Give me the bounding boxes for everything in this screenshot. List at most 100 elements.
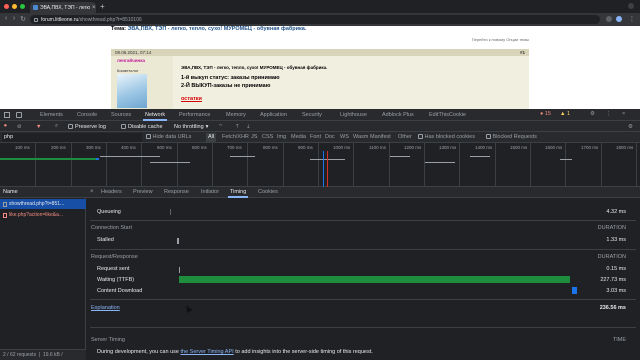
type-font[interactable]: Font (310, 133, 321, 142)
site-favicon-icon (33, 5, 38, 10)
timeline-tick-label: 300 ms (86, 145, 101, 150)
disable-cache-checkbox[interactable]: Disable cache (121, 122, 163, 131)
timeline-bar (150, 162, 190, 163)
tab-preview[interactable]: Preview (133, 187, 153, 198)
tab-headers[interactable]: Headers (101, 187, 122, 198)
timeline-bar (230, 156, 255, 157)
type-doc[interactable]: Doc (325, 133, 335, 142)
filter-icon[interactable]: ▼ (36, 122, 41, 131)
topic-nav[interactable]: Перейти к новому Опции темы (472, 37, 529, 42)
maximize-window-button[interactable] (20, 4, 25, 9)
minimize-window-button[interactable] (12, 4, 17, 9)
type-css[interactable]: CSS (262, 133, 273, 142)
profile-avatar-icon[interactable] (616, 16, 622, 22)
close-tab-icon[interactable]: × (92, 5, 96, 11)
tab-timing[interactable]: Timing (227, 187, 249, 198)
type-all[interactable]: All (206, 133, 217, 142)
blocked-requests-checkbox[interactable]: Blocked Requests (486, 133, 537, 142)
network-overview-timeline[interactable]: 100 ms 200 ms 300 ms 400 ms 500 ms 600 ms 700 … (0, 143, 640, 187)
browser-tab[interactable]: ЭВА,ПВХ, ТЭП - легко, тепло, ... × (30, 2, 96, 13)
name-column-header[interactable]: Name (0, 187, 86, 198)
filter-input[interactable]: php (2, 133, 142, 142)
record-icon[interactable]: ⏺ (4, 122, 7, 131)
type-wasm[interactable]: Wasm (353, 133, 368, 142)
tab-security[interactable]: Security (302, 109, 322, 121)
blocked-cookies-checkbox[interactable]: Has blocked cookies (418, 133, 475, 142)
tab-elements[interactable]: Elements (40, 109, 63, 121)
timeline-tick-label: 100 ms (15, 145, 30, 150)
stalled-bar (177, 238, 179, 244)
stalled-label: Stalled (97, 237, 114, 243)
device-toolbar-icon[interactable] (16, 112, 22, 118)
message-red-link[interactable]: остатки (181, 96, 202, 102)
timeline-tick-label: 1300 ms (439, 145, 457, 150)
menu-icon[interactable]: ⋮ (628, 15, 636, 23)
reload-icon[interactable]: ↻ (19, 15, 27, 23)
timeline-bar (100, 156, 160, 157)
divider (90, 220, 636, 221)
extension-icon[interactable] (606, 16, 612, 22)
dom-content-loaded-marker (323, 151, 324, 187)
explanation-link[interactable]: Explanation (91, 305, 120, 311)
timeline-tick-label: 800 ms (263, 145, 278, 150)
timeline-gridline (353, 143, 354, 187)
tab-editthiscookie[interactable]: EditThisCookie (429, 109, 466, 121)
type-media[interactable]: Media (291, 133, 306, 142)
online-icon[interactable]: ⌔ (218, 122, 223, 131)
export-icon[interactable]: ⇣ (246, 122, 251, 131)
throttling-select[interactable]: No throttling ▾ (174, 122, 208, 131)
type-js[interactable]: JS (251, 133, 257, 142)
tab-application[interactable]: Application (260, 109, 287, 121)
import-icon[interactable]: ⇡ (235, 122, 240, 131)
timeline-bar (0, 158, 96, 160)
content-download-label: Content Download (97, 288, 143, 294)
tab-cookies[interactable]: Cookies (258, 187, 278, 198)
tab-adblock-plus[interactable]: Adblock Plus (382, 109, 414, 121)
settings-icon[interactable]: ⚙ (590, 111, 595, 117)
author-name[interactable]: ленгайчинка (117, 58, 145, 63)
type-ws[interactable]: WS (340, 133, 349, 142)
tab-performance[interactable]: Performance (179, 109, 211, 121)
address-bar[interactable]: forum.littleone.ru/showthread.php?t=8510… (30, 15, 600, 24)
network-settings-icon[interactable]: ⚙ (628, 122, 633, 131)
message-title: ЭВА,ПВХ, ТЭП - легко, тепло, сухо! МУРОМ… (181, 65, 328, 70)
hide-data-urls-checkbox[interactable]: Hide data URLs (146, 133, 191, 142)
type-fetch-xhr[interactable]: Fetch/XHR (222, 133, 249, 142)
request-row[interactable]: showthread.php?t=851... (0, 199, 86, 209)
search-icon[interactable]: ⌕ (55, 122, 58, 131)
type-img[interactable]: Img (277, 133, 286, 142)
post-number[interactable]: #1 (520, 49, 525, 56)
error-count[interactable]: ● 15 (540, 111, 551, 117)
clear-icon[interactable]: ⊘ (17, 122, 22, 131)
tab-initiator[interactable]: Initiator (201, 187, 219, 198)
request-row[interactable]: like.php?action=like&a... (0, 210, 86, 220)
type-other[interactable]: Other (398, 133, 412, 142)
preserve-log-checkbox[interactable]: Preserve log (68, 122, 106, 131)
request-status-bar: 2 / 62 requests | 19.6 kB / (0, 349, 86, 360)
more-options-icon[interactable]: ⋮ (606, 111, 612, 117)
detail-tabs: × Headers Preview Response Initiator Tim… (86, 187, 640, 198)
server-timing-api-link[interactable]: the Server Timing API (180, 349, 233, 355)
type-manifest[interactable]: Manifest (370, 133, 391, 142)
inspect-element-icon[interactable] (4, 112, 10, 118)
tab-memory[interactable]: Memory (226, 109, 246, 121)
close-window-button[interactable] (4, 4, 9, 9)
timeline-gridline (212, 143, 213, 187)
tab-sources[interactable]: Sources (111, 109, 131, 121)
tab-console[interactable]: Console (77, 109, 97, 121)
back-icon[interactable]: ‹ (2, 15, 10, 22)
close-devtools-icon[interactable]: × (622, 111, 625, 117)
tab-search-icon[interactable] (628, 3, 634, 9)
warning-count[interactable]: ▲ 1 (560, 111, 570, 117)
post-date: 08.06.2021, 07:14 (115, 50, 152, 55)
tab-network[interactable]: Network (142, 109, 168, 121)
tab-lighthouse[interactable]: Lighthouse (340, 109, 367, 121)
close-detail-icon[interactable]: × (90, 189, 94, 195)
server-timing-text: During development, you can use the Serv… (97, 349, 373, 355)
timeline-tick-label: 600 ms (192, 145, 207, 150)
new-tab-icon[interactable]: + (100, 2, 105, 11)
forward-icon[interactable]: › (10, 15, 18, 22)
timeline-tick-label: 200 ms (51, 145, 66, 150)
topic-link[interactable]: ЭВА,ПВХ, ТЭП - легко, тепло, сухо! МУРОМ… (128, 26, 307, 32)
tab-response[interactable]: Response (164, 187, 189, 198)
